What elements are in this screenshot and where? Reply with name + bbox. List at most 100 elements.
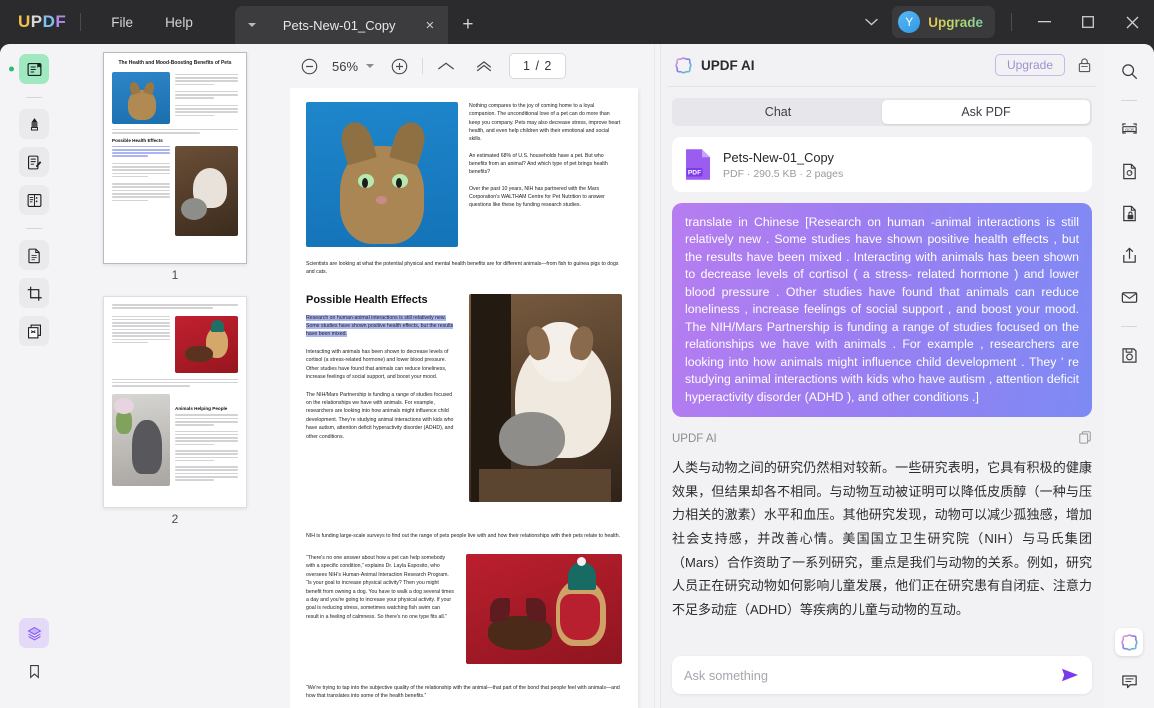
save-button[interactable] <box>1114 340 1144 370</box>
minimize-button[interactable] <box>1022 0 1066 44</box>
ai-upgrade-button[interactable]: Upgrade <box>994 54 1065 76</box>
thumbnail-page-2[interactable]: Animals Helping People <box>103 296 247 508</box>
thumb-row <box>112 315 238 373</box>
ocr-button[interactable]: OCR <box>1114 114 1144 144</box>
page-thumbnail-panel[interactable]: The Health and Mood-Boosting Benefits of… <box>68 44 282 708</box>
share-button[interactable] <box>1114 240 1144 270</box>
file-info: Pets-New-01_Copy PDF · 290.5 KB · 2 page… <box>723 150 843 180</box>
sidebar-item-crop[interactable] <box>19 278 49 308</box>
thumb-heading-2: Animals Helping People <box>175 406 228 412</box>
doc-quote-2: “We're trying to tap into the subjective… <box>306 684 620 700</box>
search-button[interactable] <box>1114 56 1144 86</box>
upgrade-button[interactable]: Y Upgrade <box>892 6 995 38</box>
sidebar-item-layers[interactable] <box>19 618 49 648</box>
save-icon <box>1121 347 1137 363</box>
thumb-photo-greycat <box>112 394 170 487</box>
protect-button[interactable] <box>1114 198 1144 228</box>
ai-conversation[interactable]: PDF Pets-New-01_Copy PDF · 290.5 KB · 2 … <box>660 126 1104 656</box>
share-icon <box>1122 247 1136 263</box>
sidebar-item-convert[interactable] <box>19 240 49 270</box>
left-toolbar <box>0 44 68 708</box>
reader-icon <box>27 62 41 76</box>
sidebar-item-ocr[interactable] <box>19 316 49 346</box>
tab-document[interactable]: Pets-New-01_Copy × <box>268 6 449 44</box>
updf-ai-icon <box>674 56 693 75</box>
left-rail-bottom <box>19 618 49 708</box>
new-tab-button[interactable]: + <box>448 6 487 44</box>
page-indicator[interactable]: 1 / 2 <box>509 53 567 79</box>
send-icon[interactable] <box>1060 667 1080 683</box>
fit-width-button[interactable] <box>471 53 497 79</box>
document-pane: 56% 1 / 2 Nothing compares to the joy of… <box>282 44 654 708</box>
close-window-button[interactable] <box>1110 0 1154 44</box>
sidebar-item-organize[interactable] <box>19 185 49 215</box>
right-rail-bottom <box>1114 628 1144 708</box>
sidebar-item-edit-pdf[interactable] <box>19 147 49 177</box>
zoom-in-button[interactable] <box>386 53 412 79</box>
updf-ai-button[interactable] <box>1115 628 1143 656</box>
tab-chat[interactable]: Chat <box>674 100 882 124</box>
convert-pdf-icon <box>27 248 40 263</box>
doc-highlighted-text: Research on human-animal interactions is… <box>306 314 454 338</box>
rail-divider <box>1121 100 1137 101</box>
ocr-icon <box>27 324 41 338</box>
menu-help[interactable]: Help <box>149 9 209 36</box>
thumb-row-2: Animals Helping People <box>112 394 238 487</box>
doc-section-heading: Possible Health Effects <box>306 293 428 306</box>
search-icon <box>1121 63 1137 79</box>
thumbnail-item[interactable]: The Health and Mood-Boosting Benefits of… <box>103 52 247 292</box>
app-window: UPDF File Help Pets-New-01_Copy × + Y Up… <box>0 0 1154 708</box>
thumb-row <box>112 71 238 124</box>
search-input[interactable] <box>684 667 1060 683</box>
ai-panel-title: UPDF AI <box>701 57 755 73</box>
window-divider <box>1011 13 1012 31</box>
toolbar-divider <box>422 58 424 74</box>
file-name: Pets-New-01_Copy <box>723 149 834 165</box>
avatar: Y <box>898 11 921 33</box>
ai-reply-header: UPDF AI <box>672 430 1092 449</box>
zoom-level[interactable]: 56% <box>332 59 358 74</box>
comment-button[interactable] <box>1114 666 1144 696</box>
convert-icon <box>1122 163 1136 179</box>
maximize-button[interactable] <box>1066 0 1110 44</box>
fit-page-button[interactable] <box>433 53 459 79</box>
menu-file[interactable]: File <box>95 9 149 36</box>
bookmark-icon <box>29 664 39 679</box>
page-top-row: Nothing compares to the joy of coming ho… <box>306 102 622 247</box>
tab-list-dropdown[interactable] <box>234 6 269 44</box>
thumbnail-item[interactable]: Animals Helping People 2 <box>103 296 247 536</box>
titlebar-right: Y Upgrade <box>851 0 1154 44</box>
copy-icon[interactable] <box>1078 430 1092 449</box>
title-bar: UPDF File Help Pets-New-01_Copy × + Y Up… <box>0 0 1154 44</box>
page-viewport[interactable]: Nothing compares to the joy of coming ho… <box>290 88 646 708</box>
doc-caption: Scientists are looking at what the poten… <box>306 261 619 276</box>
thumbnail-page-number: 1 <box>171 268 179 282</box>
user-prompt-bubble: translate in Chinese [Research on human … <box>672 203 1092 417</box>
rail-divider <box>1121 326 1137 327</box>
tab-ask-pdf[interactable]: Ask PDF <box>882 100 1090 124</box>
rail-divider <box>26 97 42 98</box>
document-toolbar: 56% 1 / 2 <box>282 44 654 88</box>
attached-file-card[interactable]: PDF Pets-New-01_Copy PDF · 290.5 KB · 2 … <box>672 137 1092 192</box>
edit-pdf-icon <box>27 155 41 169</box>
thumb-row-2 <box>112 145 238 236</box>
email-button[interactable] <box>1114 282 1144 312</box>
sidebar-item-bookmark[interactable] <box>19 656 49 686</box>
close-icon[interactable]: × <box>422 16 439 35</box>
pane-divider <box>654 44 655 708</box>
zoom-out-button[interactable] <box>296 53 322 79</box>
ask-input-bar[interactable] <box>672 656 1092 694</box>
tab-strip: Pets-New-01_Copy × + <box>234 0 488 44</box>
thumbnail-page-1[interactable]: The Health and Mood-Boosting Benefits of… <box>103 52 247 264</box>
ai-panel-divider <box>660 44 661 708</box>
thumb-text-col-2: Animals Helping People <box>175 394 238 486</box>
chevron-down-icon[interactable] <box>366 64 375 68</box>
sidebar-item-comment[interactable] <box>19 109 49 139</box>
ai-history-icon[interactable] <box>1077 57 1092 73</box>
chevron-down-icon[interactable] <box>851 15 892 29</box>
doc-para-4: NIH is funding large-scale surveys to fi… <box>306 532 621 539</box>
ai-panel-header: UPDF AI Upgrade <box>660 44 1104 86</box>
convert-button[interactable] <box>1114 156 1144 186</box>
sidebar-item-reader[interactable] <box>9 54 49 84</box>
doc-para-2: Interacting with animals has been shown … <box>306 348 449 381</box>
